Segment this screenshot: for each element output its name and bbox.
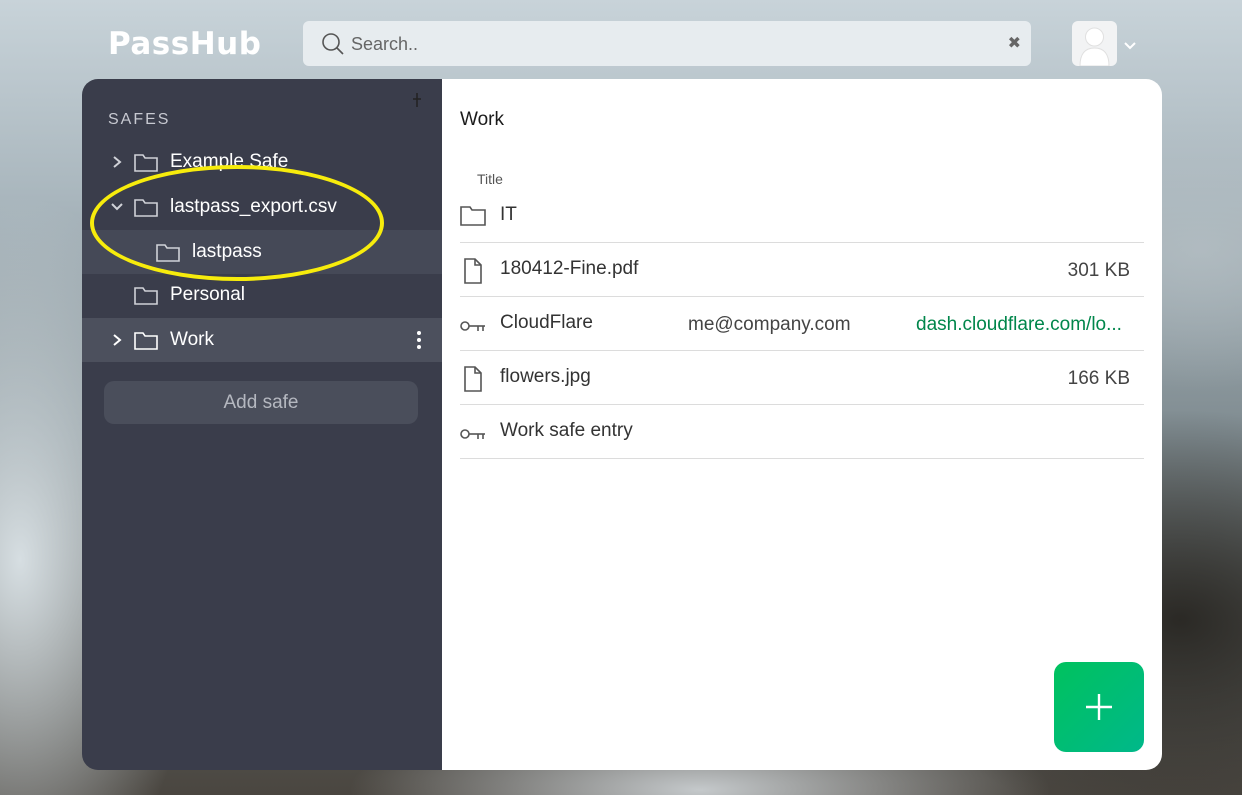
item-title: 180412-Fine.pdf bbox=[500, 258, 639, 279]
search-input[interactable] bbox=[349, 21, 993, 68]
item-link[interactable]: dash.cloudflare.com/lo... bbox=[916, 314, 1122, 336]
folder-icon bbox=[156, 242, 180, 262]
file-size: 301 KB bbox=[1067, 260, 1130, 281]
sidebar-item-lastpass-export[interactable]: lastpass_export.csv bbox=[82, 185, 442, 229]
file-icon bbox=[460, 258, 486, 290]
sidebar-item-personal[interactable]: Personal bbox=[82, 273, 442, 317]
folder-icon bbox=[134, 152, 158, 172]
app-panel: SAFES Example Safe lastpass_export.csv l… bbox=[82, 79, 1162, 770]
clear-search-icon[interactable]: ✖ bbox=[1008, 33, 1021, 53]
column-header-title[interactable]: Title bbox=[477, 171, 503, 187]
item-title: IT bbox=[500, 204, 517, 225]
chevron-down-icon[interactable] bbox=[108, 202, 126, 212]
safes-heading: SAFES bbox=[108, 111, 171, 128]
file-size: 166 KB bbox=[1067, 368, 1130, 389]
list-item[interactable]: Work safe entry bbox=[460, 405, 1144, 459]
user-icon bbox=[1079, 27, 1110, 66]
sidebar-item-work[interactable]: Work bbox=[82, 318, 442, 362]
sidebar-item-label: lastpass_export.csv bbox=[170, 196, 337, 217]
sidebar-item-label: Work bbox=[170, 329, 214, 350]
list-item[interactable]: IT bbox=[460, 189, 1144, 243]
list-item[interactable]: CloudFlare me@company.com dash.cloudflar… bbox=[460, 297, 1144, 351]
list-item[interactable]: 180412-Fine.pdf 301 KB bbox=[460, 243, 1144, 297]
sidebar-item-label: lastpass bbox=[192, 241, 262, 262]
add-safe-button[interactable]: Add safe bbox=[104, 381, 418, 424]
item-title: flowers.jpg bbox=[500, 366, 591, 387]
more-options-icon[interactable] bbox=[416, 330, 422, 356]
sidebar-item-label: Personal bbox=[170, 284, 245, 305]
page-title: Work bbox=[460, 109, 504, 130]
folder-icon bbox=[134, 197, 158, 217]
safe-content: Work Title IT 180412-Fine.pdf 301 KB Clo… bbox=[442, 79, 1162, 770]
item-username[interactable]: me@company.com bbox=[688, 314, 851, 336]
sidebar-item-example-safe[interactable]: Example Safe bbox=[82, 140, 442, 184]
passhub-logo[interactable]: PassHub bbox=[108, 26, 261, 62]
search-icon bbox=[321, 32, 345, 61]
search-bar[interactable]: ✖ bbox=[303, 21, 1031, 68]
sidebar-item-lastpass[interactable]: lastpass bbox=[82, 230, 442, 274]
item-title: Work safe entry bbox=[500, 420, 633, 441]
chevron-down-icon[interactable] bbox=[1123, 38, 1137, 56]
plus-icon bbox=[1086, 694, 1112, 720]
folder-icon bbox=[134, 285, 158, 305]
safes-sidebar: SAFES Example Safe lastpass_export.csv l… bbox=[82, 79, 442, 770]
file-icon bbox=[460, 366, 486, 398]
pin-icon[interactable] bbox=[412, 93, 422, 112]
chevron-right-icon[interactable] bbox=[108, 333, 126, 347]
avatar[interactable] bbox=[1072, 21, 1117, 66]
chevron-right-icon[interactable] bbox=[108, 155, 126, 169]
folder-icon bbox=[460, 204, 486, 232]
folder-icon bbox=[134, 330, 158, 350]
add-item-button[interactable] bbox=[1054, 662, 1144, 752]
sidebar-item-label: Example Safe bbox=[170, 151, 289, 172]
list-item[interactable]: flowers.jpg 166 KB bbox=[460, 351, 1144, 405]
key-icon bbox=[460, 425, 486, 447]
key-icon bbox=[460, 317, 486, 339]
item-title: CloudFlare bbox=[500, 312, 593, 333]
